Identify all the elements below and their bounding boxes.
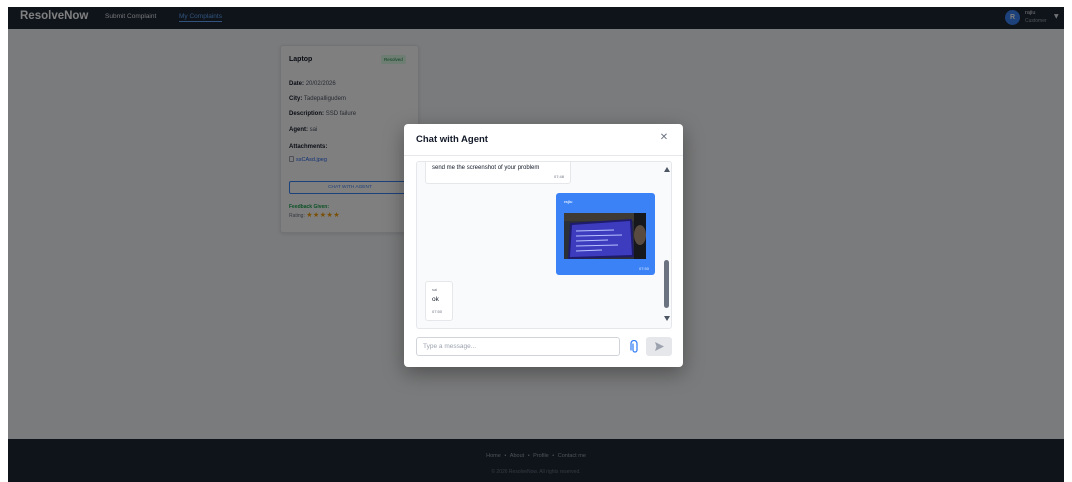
message-time: 07:50	[432, 309, 443, 314]
chat-messages[interactable]: send me the screenshot of your problem 0…	[416, 161, 672, 329]
message-time: 07:48	[553, 174, 564, 179]
app-frame: ResolveNow Submit Complaint My Complaint…	[8, 7, 1064, 482]
message-time: 07:50	[638, 266, 649, 271]
chat-message-incoming: send me the screenshot of your problem 0…	[425, 162, 571, 184]
message-text: send me the screenshot of your problem	[432, 165, 540, 171]
modal-title: Chat with Agent	[416, 134, 488, 145]
send-icon	[655, 342, 664, 351]
chat-modal: Chat with Agent ✕ send me the screenshot…	[404, 124, 683, 367]
chat-message-outgoing: rajiu 07:50	[556, 193, 655, 275]
divider	[404, 155, 683, 156]
chat-message-incoming: sai ok 07:50	[425, 281, 453, 321]
chat-scrollbar[interactable]	[663, 162, 671, 328]
message-input[interactable]	[416, 337, 620, 356]
message-text: ok	[432, 296, 439, 303]
close-icon[interactable]: ✕	[658, 132, 670, 144]
send-button[interactable]	[646, 337, 672, 356]
scroll-down-arrow-icon[interactable]	[664, 316, 670, 321]
scroll-up-arrow-icon[interactable]	[664, 167, 670, 172]
message-sender: sai	[432, 287, 438, 292]
message-sender: rajiu	[564, 199, 573, 204]
message-image-attachment[interactable]	[564, 213, 646, 259]
paperclip-icon[interactable]	[629, 339, 641, 354]
scrollbar-thumb[interactable]	[664, 260, 669, 308]
